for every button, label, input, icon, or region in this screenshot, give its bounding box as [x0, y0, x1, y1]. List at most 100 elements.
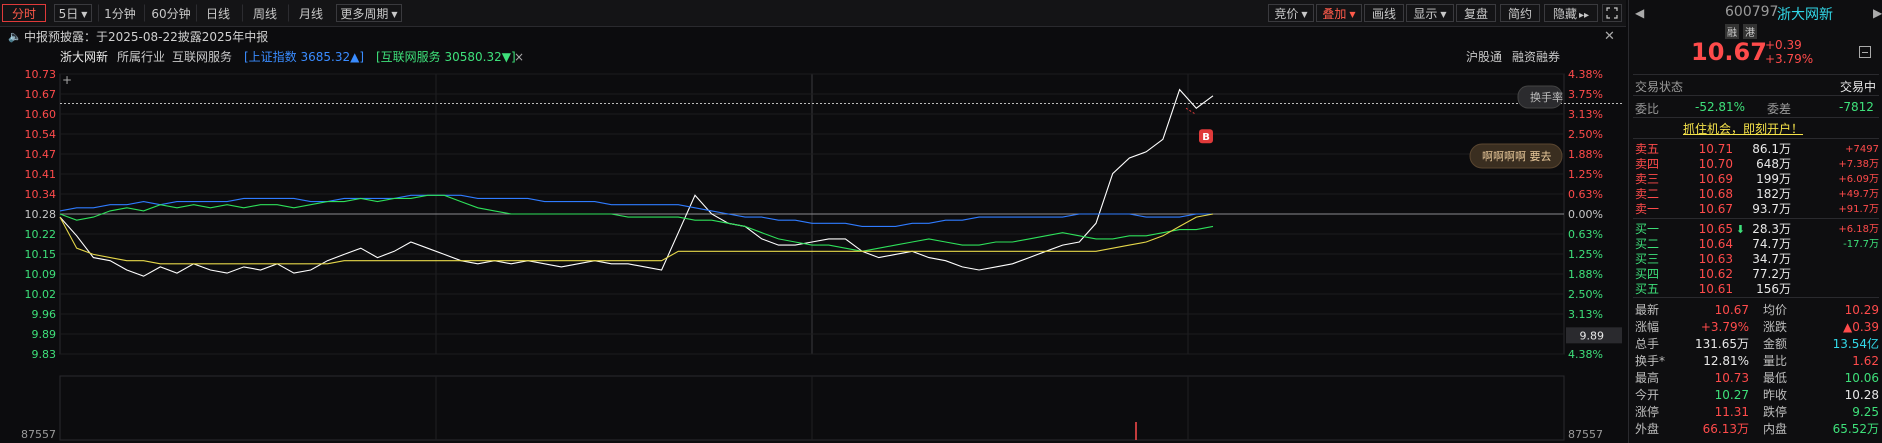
order-label: 卖三: [1635, 172, 1660, 186]
order-row-buy[interactable]: 买四 10.62 77.2万: [1629, 267, 1882, 282]
expand-icon[interactable]: [1602, 4, 1622, 22]
simple-button[interactable]: 简约: [1500, 4, 1540, 22]
button-label: 竞价: [1274, 7, 1299, 21]
stock-name: 浙大网新: [60, 50, 109, 64]
order-label: 买五: [1635, 282, 1660, 296]
index-sector[interactable]: [互联网服务 30580.32▼]: [376, 48, 516, 66]
price-change-pct: +3.79%: [1765, 52, 1814, 66]
margin-label[interactable]: 融资融券: [1512, 48, 1560, 66]
order-row-buy[interactable]: 买三 10.63 34.7万: [1629, 252, 1882, 267]
order-change: +7497: [1845, 144, 1879, 155]
y-tick-right: 4.38%: [1568, 68, 1603, 81]
order-row-buy[interactable]: 买五 10.61 156万: [1629, 282, 1882, 297]
divider: [1633, 138, 1879, 139]
tab-daily[interactable]: 日线: [196, 4, 240, 22]
stat-value: 66.13万: [1702, 422, 1749, 436]
industry-label[interactable]: 所属行业: [117, 48, 165, 66]
display-button[interactable]: 显示 ▼: [1406, 4, 1454, 22]
sector-label[interactable]: 互联网服务: [172, 48, 232, 66]
chevron-down-icon: ▼: [1440, 9, 1447, 19]
y-tick-left: 10.09: [25, 268, 57, 281]
stat-value: 10.73: [1714, 371, 1749, 385]
tab-60min[interactable]: 60分钟: [144, 4, 198, 22]
notice-bar: 🔈 中报预披露：于2025-08-22披露2025年中报 ✕: [0, 28, 1626, 46]
stat-label: 涨停: [1635, 405, 1660, 419]
expand-icon-svg: [1606, 7, 1618, 19]
order-row-sell[interactable]: 卖二 10.68 182万 +49.7万: [1629, 187, 1882, 202]
chevron-down-icon: ▼: [81, 9, 88, 19]
order-price: 10.62: [1698, 267, 1733, 281]
button-label: 隐藏: [1552, 7, 1577, 21]
y-tick-right: 1.88%: [1568, 148, 1603, 161]
tab-label: 更多周期: [340, 7, 389, 21]
intraday-chart[interactable]: + 10.7310.6710.6010.5410.4710.4110.3410.…: [0, 66, 1626, 443]
notice-text[interactable]: 中报预披露：于2025-08-22披露2025年中报: [24, 28, 268, 46]
hide-button[interactable]: 隐藏 ▸▸: [1544, 4, 1598, 22]
stat-row: 换手* 12.81% 量比 1.62: [1629, 353, 1882, 369]
tab-1min[interactable]: 1分钟: [98, 4, 142, 22]
order-row-sell[interactable]: 卖五 10.71 86.1万 +7497: [1629, 142, 1882, 157]
order-volume: 74.7万: [1752, 237, 1791, 251]
y-tick-left: 9.83: [32, 348, 57, 361]
tab-label: 分时: [11, 7, 36, 21]
volume-label-right: 87557: [1568, 428, 1603, 441]
y-tick-right: 0.63%: [1568, 228, 1603, 241]
chevron-right-icon[interactable]: ▶: [1873, 6, 1882, 20]
stat-row: 涨停 11.31 跌停 9.25: [1629, 404, 1882, 420]
stat-label: 最新: [1635, 303, 1660, 317]
stat-value: 10.06: [1844, 371, 1879, 385]
stat-row: 最新 10.67 均价 10.29: [1629, 302, 1882, 318]
order-volume: 86.1万: [1752, 142, 1791, 156]
down-arrow-icon: ⬇: [1735, 223, 1745, 236]
y-tick-left: 10.47: [25, 148, 57, 161]
order-label: 买三: [1635, 252, 1660, 266]
stat-value: 13.54亿: [1832, 337, 1879, 351]
overlay-button[interactable]: 叠加 ▼: [1316, 4, 1362, 22]
trade-status-label: 交易状态: [1635, 80, 1684, 94]
order-volume: 182万: [1756, 187, 1791, 201]
replay-button[interactable]: 复盘: [1456, 4, 1496, 22]
tab-monthly[interactable]: 月线: [288, 4, 334, 22]
tab-more-periods[interactable]: 更多周期 ▼: [336, 4, 402, 22]
order-change: -17.7万: [1843, 239, 1879, 250]
stat-label: 总手: [1635, 337, 1660, 351]
minimize-icon[interactable]: [1859, 46, 1871, 58]
tab-5day[interactable]: 5日 ▼: [54, 4, 92, 22]
stat-value: 131.65万: [1695, 337, 1749, 351]
chart-series: [59, 88, 1214, 277]
close-icon[interactable]: ×: [514, 48, 524, 66]
order-row-buy[interactable]: 买二 10.64 74.7万 -17.7万: [1629, 237, 1882, 252]
auction-button[interactable]: 竞价 ▼: [1268, 4, 1314, 22]
divider: [1633, 74, 1879, 75]
close-icon[interactable]: ✕: [1604, 28, 1615, 46]
stat-label: 外盘: [1635, 422, 1660, 436]
chevron-left-icon[interactable]: ◀: [1635, 6, 1644, 20]
y-tick-right: 3.75%: [1568, 88, 1603, 101]
series-line-3: [59, 213, 1214, 265]
hk-connect-label[interactable]: 沪股通: [1466, 48, 1502, 66]
order-change: +49.7万: [1838, 189, 1879, 200]
order-row-sell[interactable]: 卖四 10.70 648万 +7.38万: [1629, 157, 1882, 172]
index-shanghai[interactable]: [上证指数 3685.32▲]: [244, 48, 364, 66]
tab-intraday[interactable]: 分时: [2, 4, 46, 22]
stat-label: 涨跌: [1763, 320, 1788, 334]
draw-line-button[interactable]: 画线: [1364, 4, 1404, 22]
stat-value: ▲0.39: [1843, 320, 1879, 334]
order-row-buy[interactable]: 买一 10.65 28.3万 +6.18万 ⬇: [1629, 222, 1882, 237]
order-price: 10.61: [1698, 282, 1733, 296]
chart-toolbar: 分时 5日 ▼ 1分钟 60分钟 日线 周线 月线 更多周期 ▼ 竞价 ▼ 叠加 ▼ 画…: [0, 0, 1626, 27]
order-row-sell[interactable]: 卖三 10.69 199万 +6.09万: [1629, 172, 1882, 187]
order-change: +6.09万: [1838, 174, 1879, 185]
y-tick-left: 10.41: [25, 168, 57, 181]
order-price: 10.65: [1698, 222, 1733, 236]
tab-label: 1分钟: [104, 7, 136, 21]
tab-weekly[interactable]: 周线: [242, 4, 288, 22]
tab-label: 月线: [298, 7, 323, 21]
chevron-down-icon: ▼: [1301, 9, 1308, 19]
stat-label: 量比: [1763, 354, 1788, 368]
open-account-link[interactable]: 抓住机会，即刻开户！: [1683, 120, 1803, 137]
stat-label: 最高: [1635, 371, 1660, 385]
stat-value: 65.52万: [1832, 422, 1879, 436]
order-row-sell[interactable]: 卖一 10.67 93.7万 +91.7万: [1629, 202, 1882, 217]
button-label: 显示: [1413, 7, 1438, 21]
